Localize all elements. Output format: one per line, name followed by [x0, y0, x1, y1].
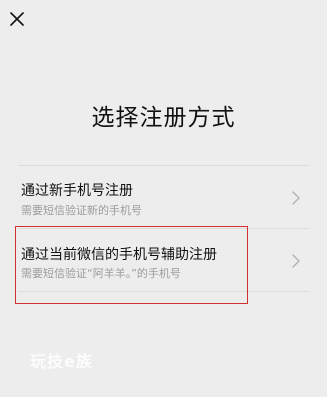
divider — [18, 291, 309, 292]
chevron-right-icon — [291, 253, 301, 268]
watermark-logo: 玩技e族 — [30, 352, 93, 371]
register-new-phone-option[interactable]: 通过新手机号注册 需要短信验证新的手机号 — [0, 166, 327, 228]
register-current-wechat-phone-option[interactable]: 通过当前微信的手机号辅助注册 需要短信验证“阿羊羊。”的手机号 — [0, 229, 327, 291]
option-subtitle: 需要短信验证“阿羊羊。”的手机号 — [21, 267, 181, 280]
option-title: 通过新手机号注册 — [21, 183, 133, 199]
close-icon — [10, 12, 24, 26]
register-options: 通过新手机号注册 需要短信验证新的手机号 通过当前微信的手机号辅助注册 需要短信… — [0, 165, 327, 292]
chevron-right-icon — [291, 190, 301, 205]
page-title: 选择注册方式 — [91, 105, 236, 131]
option-title: 通过当前微信的手机号辅助注册 — [21, 247, 217, 263]
option-subtitle: 需要短信验证新的手机号 — [21, 204, 142, 217]
close-button[interactable] — [6, 8, 28, 30]
